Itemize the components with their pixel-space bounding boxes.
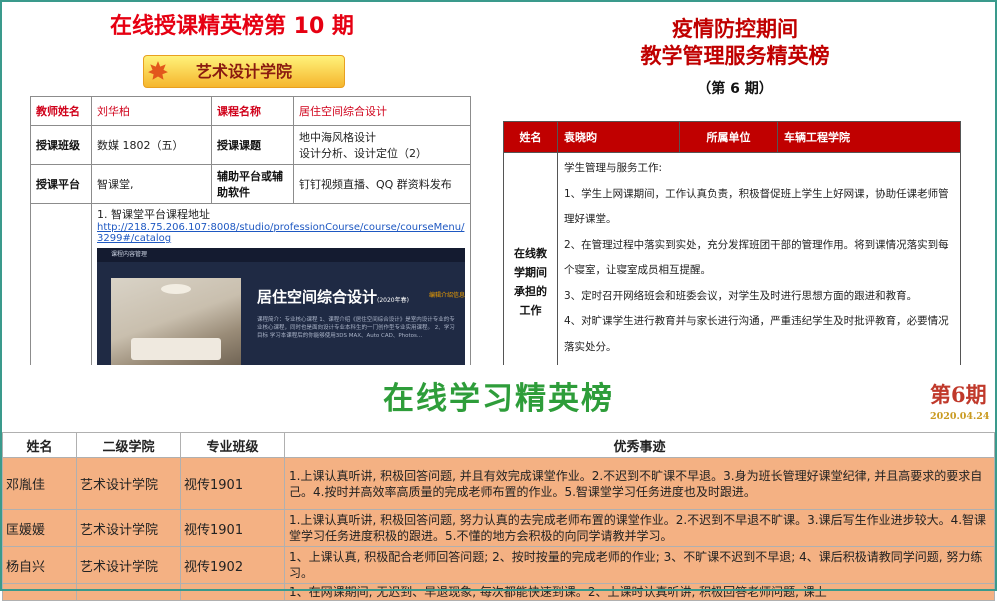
panel3-issue: 第6期	[930, 382, 987, 407]
student-class: 视传1901	[180, 509, 285, 547]
student-college	[76, 583, 181, 601]
edit-intro-button[interactable]: 编辑介绍信息	[429, 290, 465, 299]
course-info-table: 教师姓名 刘华柏 课程名称 居住空间综合设计 授课班级 数媒 1802（五） 授…	[30, 96, 471, 376]
name-label: 姓名	[503, 121, 558, 153]
topic-value: 地中海风格设计 设计分析、设计定位（2）	[293, 125, 471, 165]
course-screenshot: 课程内容管理 居住空间综合设计(2020年春) 编辑介绍信息 课程简介：专业核心…	[97, 248, 465, 368]
topic-label: 授课课题	[211, 125, 294, 165]
table-row: 邓胤佳 艺术设计学院 视传1901 1.上课认真听讲, 积极回答问题, 并且有效…	[2, 457, 995, 510]
student-class: 视传1901	[180, 457, 285, 510]
panel2-issue: （第 6 期）	[697, 81, 773, 97]
room-render-image	[111, 278, 241, 368]
maple-leaf-icon	[148, 61, 168, 80]
panel3-date: 2020.04.24	[930, 411, 990, 422]
platform-label: 授课平台	[30, 164, 92, 204]
screenshot-header: 课程内容管理	[97, 248, 465, 262]
link-intro: 1. 智课堂平台课程地址	[97, 208, 210, 221]
course-link-cell: 1. 智课堂平台课程地址 http://218.75.206.107:8008/…	[91, 203, 471, 376]
student-achievement: 1、在网课期间, 无迟到、早退现象, 每次都能快速到课。2、上课时认真听讲, 积…	[284, 583, 995, 601]
course-url-link[interactable]: http://218.75.206.107:8008/studio/profes…	[97, 222, 465, 244]
student-name: 匡媛媛	[2, 509, 77, 547]
table-row: 杨自兴 艺术设计学院 视传1902 1、上课认真, 积极配合老师回答问题; 2、…	[2, 546, 995, 584]
student-college: 艺术设计学院	[76, 457, 181, 510]
student-name: 杨自兴	[2, 546, 77, 584]
student-college: 艺术设计学院	[76, 509, 181, 547]
aux-value: 钉钉视频直播、QQ 群资料发布	[293, 164, 471, 204]
platform-value: 智课堂,	[91, 164, 212, 204]
unit-label: 所属单位	[679, 121, 778, 153]
col-achievement: 优秀事迹	[284, 432, 995, 458]
student-achievement: 1、上课认真, 积极配合老师回答问题; 2、按时按量的完成老师的作业; 3、不旷…	[284, 546, 995, 584]
table-row: 1、在网课期间, 无迟到、早退现象, 每次都能快速到课。2、上课时认真听讲, 积…	[2, 583, 995, 601]
course-label: 课程名称	[211, 96, 294, 126]
col-name: 姓名	[2, 432, 77, 458]
student-name: 邓胤佳	[2, 457, 77, 510]
panel3-title: 在线学习精英榜	[383, 381, 614, 417]
col-college: 二级学院	[76, 432, 181, 458]
screenshot-course-title: 居住空间综合设计(2020年春)	[257, 288, 409, 306]
topic-line1: 地中海风格设计	[299, 131, 376, 144]
teacher-label: 教师姓名	[30, 96, 92, 126]
learning-elite-table: 姓名 二级学院 专业班级 优秀事迹 邓胤佳 艺术设计学院 视传1901 1.上课…	[2, 432, 995, 601]
duty-line: 学生管理与服务工作:	[564, 162, 663, 174]
unit-value: 车辆工程学院	[777, 121, 961, 153]
student-college: 艺术设计学院	[76, 546, 181, 584]
student-class: 视传1902	[180, 546, 285, 584]
duty-line: 1、学生上网课期间，工作认真负责，积极督促班上学生上好网课，协助任课老师管理好课…	[564, 187, 949, 226]
aux-label: 辅助平台或辅助软件	[211, 164, 294, 204]
topic-line2: 设计分析、设计定位（2）	[299, 147, 427, 160]
student-name	[2, 583, 77, 601]
screenshot-desc: 课程简介：专业核心课程 1、课程介绍《居住空间综合设计》是室内设计专业的专业核心…	[257, 317, 455, 339]
panel2-title: 疫情防控期间 教学管理服务精英榜	[640, 17, 830, 68]
table-row: 匡媛媛 艺术设计学院 视传1901 1.上课认真听讲, 积极回答问题, 努力认真…	[2, 509, 995, 547]
college-banner: 艺术设计学院	[143, 55, 345, 88]
duty-line: 4、对旷课学生进行教育并与家长进行沟通，严重违纪学生及时批评教育，必要情况落实处…	[564, 315, 949, 353]
course-value: 居住空间综合设计	[293, 96, 471, 126]
student-achievement: 1.上课认真听讲, 积极回答问题, 并且有效完成课堂作业。2.不迟到不旷课不早退…	[284, 457, 995, 510]
panel1-title: 在线授课精英榜第 10 期	[110, 14, 354, 39]
class-label: 授课班级	[30, 125, 92, 165]
name-value: 袁晓昀	[557, 121, 680, 153]
teacher-value: 刘华柏	[91, 96, 212, 126]
learning-elite-panel: 在线学习精英榜 第6期 2020.04.24 姓名 二级学院 专业班级 优秀事迹…	[0, 365, 997, 601]
class-value: 数媒 1802（五）	[91, 125, 212, 165]
student-achievement: 1.上课认真听讲, 积极回答问题, 努力认真的去完成老师布置的课堂作业。2.不迟…	[284, 509, 995, 547]
duty-line: 3、定时召开网络班会和班委会议，对学生及时进行思想方面的跟进和教育。	[564, 289, 918, 302]
student-class	[180, 583, 285, 601]
duty-line: 2、在管理过程中落实到实处，充分发挥班团干部的管理作用。将到课情况落实到每个寝室…	[564, 238, 949, 277]
col-class: 专业班级	[180, 432, 285, 458]
